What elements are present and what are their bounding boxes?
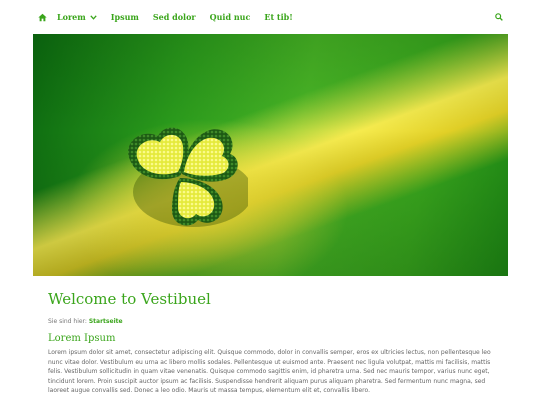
nav-item-label: Lorem [57, 12, 86, 22]
hero-image [33, 34, 508, 276]
nav-item-et-tib[interactable]: Et tib! [264, 12, 292, 22]
main-content: Welcome to Vestibuel Sie sind hier: Star… [48, 290, 496, 396]
section-title: Lorem Ipsum [48, 333, 116, 344]
nav-item-sed-dolor[interactable]: Sed dolor [153, 12, 196, 22]
main-navbar: Lorem Ipsum Sed dolor Quid nuc Et tib! [0, 0, 540, 34]
page-title: Welcome to Vestibuel [48, 290, 211, 308]
nav-item-quid-nuc[interactable]: Quid nuc [210, 12, 251, 22]
breadcrumb-link-startseite[interactable]: Startseite [89, 318, 123, 325]
clover-icon [128, 127, 248, 227]
home-icon[interactable] [36, 11, 48, 23]
nav-item-label: Quid nuc [209, 12, 251, 22]
breadcrumb-prefix: Sie sind hier: [48, 318, 87, 325]
nav-menu: Lorem Ipsum Sed dolor Quid nuc Et tib! [57, 0, 307, 34]
chevron-down-icon [90, 14, 97, 20]
nav-item-lorem[interactable]: Lorem [57, 12, 97, 22]
hero-shade [33, 34, 508, 276]
breadcrumb: Sie sind hier: Startseite [48, 318, 496, 325]
nav-item-label: Sed dolor [152, 12, 196, 22]
search-icon[interactable] [494, 12, 504, 22]
body-paragraph: Lorem ipsum dolor sit amet, consectetur … [48, 349, 491, 394]
nav-item-label: Et tib! [264, 12, 293, 22]
nav-item-ipsum[interactable]: Ipsum [111, 12, 139, 22]
nav-item-label: Ipsum [110, 12, 139, 22]
